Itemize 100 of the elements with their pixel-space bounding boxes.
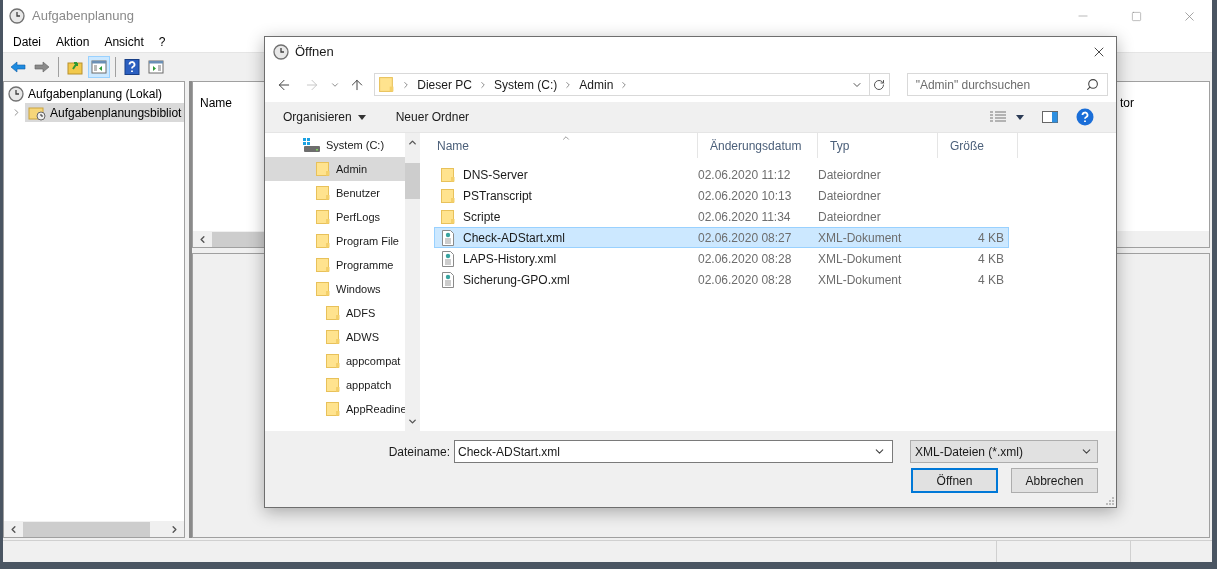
maximize-icon — [1130, 10, 1142, 22]
view-options-button[interactable] — [990, 111, 1024, 123]
file-date: 02.06.2020 08:28 — [697, 271, 793, 289]
file-row[interactable]: DNS-Server 02.06.2020 11:12 Dateiordner — [434, 164, 1009, 185]
file-row[interactable]: Check-ADStart.xml 02.06.2020 08:27 XML-Dokument 4 KB — [434, 227, 1009, 248]
file-name-label: Dateiname: — [388, 443, 450, 461]
menu-item[interactable]: ? — [158, 33, 166, 51]
scrollbar-thumb[interactable] — [23, 521, 150, 537]
file-name: DNS-Server — [463, 166, 528, 184]
horizontal-scrollbar[interactable] — [4, 521, 184, 537]
tree-item[interactable]: Aufgabenplanungsbibliot — [25, 103, 184, 122]
file-name: Sicherung-GPO.xml — [463, 271, 570, 289]
file-name-field[interactable]: Check-ADStart.xml — [454, 440, 893, 463]
column-header[interactable]: tor — [1120, 94, 1134, 112]
folder-icon — [440, 208, 456, 225]
folder-icon — [315, 185, 331, 201]
file-row[interactable]: Scripte 02.06.2020 11:34 Dateiordner — [434, 206, 1009, 227]
window-title: Aufgabenplanung — [32, 7, 134, 26]
file-row[interactable]: PSTranscript 02.06.2020 10:13 Dateiordner — [434, 185, 1009, 206]
help-button[interactable] — [121, 56, 143, 78]
file-date: 02.06.2020 11:34 — [697, 208, 792, 226]
breadcrumb-item[interactable]: Admin — [579, 75, 614, 94]
scroll-right-icon[interactable] — [169, 523, 180, 535]
column-header[interactable]: Typ — [817, 133, 937, 158]
refresh-icon[interactable] — [873, 78, 886, 91]
folder-icon — [325, 329, 341, 345]
nav-item[interactable]: apppatch — [265, 373, 405, 397]
file-size: 4 KB — [977, 271, 1004, 289]
command-button[interactable]: Neuer Ordner — [395, 108, 470, 126]
clock-icon — [8, 85, 24, 102]
folder-icon — [440, 187, 456, 204]
scrollbar-thumb[interactable] — [405, 163, 420, 199]
breadcrumb-item[interactable]: Dieser PC — [417, 75, 472, 94]
xml-file-icon — [440, 271, 456, 288]
file-date: 02.06.2020 08:27 — [697, 229, 793, 247]
details-view-icon — [990, 111, 1006, 123]
folder-icon — [315, 281, 331, 297]
file-name: Check-ADStart.xml — [463, 229, 566, 247]
nav-item[interactable]: ADWS — [265, 325, 405, 349]
search-icon — [1085, 78, 1099, 91]
xml-file-icon — [440, 229, 456, 246]
scroll-down-icon[interactable] — [407, 416, 418, 427]
folder-icon — [325, 305, 341, 321]
nav-item[interactable]: Windows — [265, 277, 405, 301]
breadcrumb-item[interactable]: System (C:) — [493, 75, 558, 94]
file-date: 02.06.2020 11:12 — [697, 166, 792, 184]
file-type-select[interactable]: XML-Dateien (*.xml) — [910, 440, 1098, 463]
nav-item[interactable]: PerfLogs — [265, 205, 405, 229]
file-name: PSTranscript — [463, 187, 532, 205]
file-type: XML-Dokument — [817, 229, 903, 247]
menu-item[interactable]: Datei — [13, 33, 41, 51]
folder-icon — [378, 76, 396, 93]
column-header[interactable]: Name — [200, 94, 232, 112]
nav-item[interactable]: Programme — [265, 253, 405, 277]
file-size: 4 KB — [977, 250, 1004, 268]
folder-icon — [440, 166, 456, 183]
preview-pane-icon[interactable] — [1042, 111, 1058, 123]
nav-item[interactable]: Program File — [265, 229, 405, 253]
scroll-up-icon[interactable] — [407, 137, 418, 148]
file-type: Dateiordner — [817, 208, 882, 226]
folder-clock-icon — [28, 104, 46, 121]
sort-caret-icon — [561, 133, 571, 143]
dialog-button[interactable]: Abbrechen — [1011, 468, 1098, 493]
dialog-title: Öffnen — [295, 43, 334, 62]
pane-button[interactable] — [88, 56, 110, 78]
address-bar[interactable]: Dieser PC System (C:) Admin — [374, 73, 890, 96]
file-row[interactable]: LAPS-History.xml 02.06.2020 08:28 XML-Dokument 4 KB — [434, 248, 1009, 269]
file-name: Scripte — [463, 208, 501, 226]
nav-item[interactable]: appcompat — [265, 349, 405, 373]
file-row[interactable]: Sicherung-GPO.xml 02.06.2020 08:28 XML-Dokument 4 KB — [434, 269, 1009, 290]
nav-item[interactable]: ADFS — [265, 301, 405, 325]
menu-item[interactable]: Ansicht — [104, 33, 144, 51]
dialog-button[interactable]: Öffnen — [911, 468, 998, 493]
scrollbar[interactable] — [405, 133, 420, 431]
drive-icon — [303, 137, 321, 153]
caret-icon — [357, 114, 366, 120]
resize-grip-icon — [1106, 497, 1114, 505]
folder-icon — [325, 353, 341, 369]
command-button[interactable]: Organisieren — [283, 108, 366, 126]
column-header[interactable]: Name — [425, 133, 697, 158]
folder-icon — [315, 233, 331, 249]
folder-icon — [315, 209, 331, 225]
file-size: 4 KB — [977, 229, 1004, 247]
menu-item[interactable]: Aktion — [56, 33, 90, 51]
nav-item[interactable]: System (C:) — [265, 133, 405, 157]
file-type: Dateiordner — [817, 166, 882, 184]
nav-item[interactable]: Admin — [265, 157, 405, 181]
folder-icon — [315, 161, 331, 177]
file-date: 02.06.2020 08:28 — [697, 250, 793, 268]
column-header[interactable]: Änderungsdatum — [697, 133, 817, 158]
clock-icon — [9, 8, 25, 24]
file-type: XML-Dokument — [817, 271, 903, 289]
help-icon[interactable] — [1076, 108, 1094, 126]
column-header[interactable]: Größe — [937, 133, 1017, 158]
tree-item[interactable]: Aufgabenplanung (Lokal) — [4, 84, 184, 103]
nav-item[interactable]: Benutzer — [265, 181, 405, 205]
file-date: 02.06.2020 10:13 — [697, 187, 793, 205]
folder-icon — [325, 377, 341, 393]
search-field[interactable]: "Admin" durchsuchen — [906, 73, 1108, 96]
caret-icon — [1016, 114, 1024, 120]
